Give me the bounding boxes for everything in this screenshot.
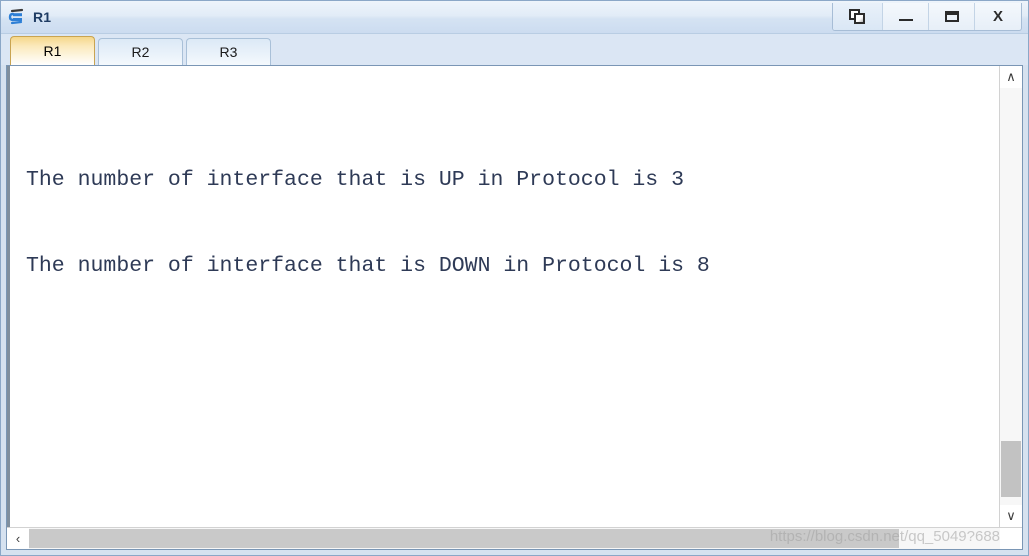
terminal-output-area[interactable]: The number of interface that is UP in Pr… <box>7 66 999 527</box>
tab-r2[interactable]: R2 <box>98 38 183 65</box>
horizontal-scrollbar[interactable]: ‹ <box>7 527 1022 549</box>
terminal-text: The number of interface that is UP in Pr… <box>10 66 710 527</box>
close-icon: X <box>992 8 1003 25</box>
tab-r3[interactable]: R3 <box>186 38 271 65</box>
restore-button[interactable] <box>833 3 883 30</box>
terminal-panel: The number of interface that is UP in Pr… <box>6 65 1023 550</box>
scrollbar-corner <box>1000 528 1022 549</box>
minimize-button[interactable] <box>883 3 929 30</box>
scroll-down-icon[interactable]: ∨ <box>1000 505 1022 527</box>
summary-down-line: The number of interface that is DOWN in … <box>26 253 710 278</box>
tab-bar: R1 R2 R3 <box>1 34 1028 65</box>
terminal-window: R1 X R1 R2 R3 The number of interface th… <box>0 0 1029 556</box>
terminal-body: The number of interface that is UP in Pr… <box>7 66 1022 527</box>
scroll-left-icon[interactable]: ‹ <box>7 528 29 549</box>
scroll-up-icon[interactable]: ∧ <box>1000 66 1022 88</box>
terminal-line: The number of interface that is DOWN in … <box>18 223 710 278</box>
close-button[interactable]: X <box>975 3 1021 30</box>
window-controls: X <box>832 3 1022 31</box>
horizontal-scroll-thumb[interactable] <box>29 529 899 548</box>
restore-icon <box>849 9 866 24</box>
minimize-icon <box>898 19 913 21</box>
vertical-scroll-track[interactable] <box>1000 88 1022 505</box>
router-icon <box>8 7 28 27</box>
terminal-line: The number of interface that is UP in Pr… <box>18 138 684 192</box>
tab-r3-label: R3 <box>219 44 238 60</box>
window-title: R1 <box>33 9 52 25</box>
tab-r1[interactable]: R1 <box>10 36 95 65</box>
table-header-row: Interface IP Address/Mask Physic <box>18 508 173 527</box>
tab-r2-label: R2 <box>131 44 150 60</box>
tab-r1-label: R1 <box>43 43 62 59</box>
horizontal-scroll-track[interactable] <box>29 528 1000 549</box>
maximize-button[interactable] <box>929 3 975 30</box>
vertical-scrollbar[interactable]: ∧ ∨ <box>999 66 1022 527</box>
maximize-icon <box>944 11 959 22</box>
summary-up-line: The number of interface that is UP in Pr… <box>26 168 685 192</box>
vertical-scroll-thumb[interactable] <box>1001 441 1021 497</box>
title-bar: R1 X <box>1 1 1028 34</box>
